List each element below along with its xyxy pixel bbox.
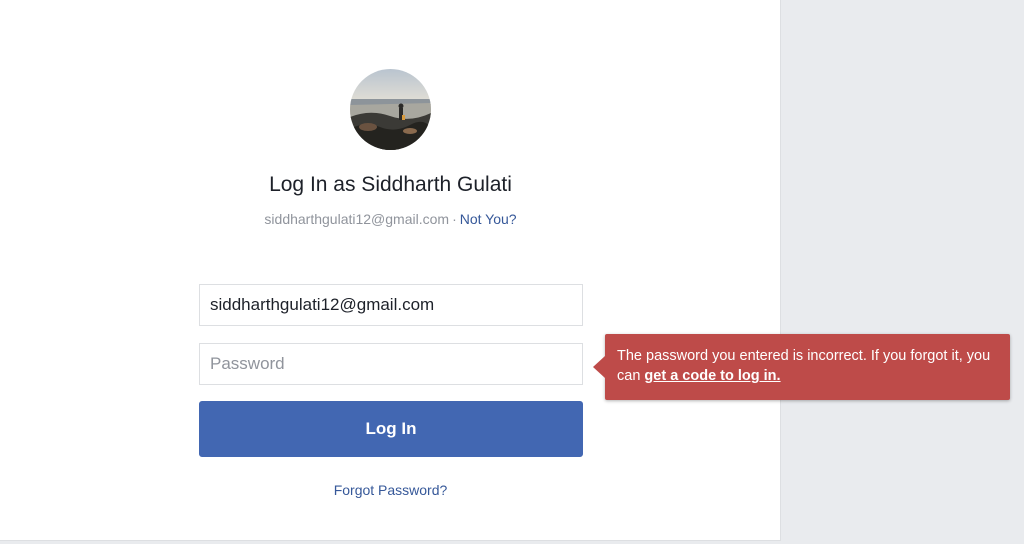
forgot-password-link[interactable]: Forgot Password? xyxy=(0,482,781,498)
separator: · xyxy=(452,211,457,227)
get-code-link[interactable]: get a code to log in. xyxy=(644,368,780,384)
account-email: siddharthgulati12@gmail.com xyxy=(264,211,450,227)
password-error-tooltip: The password you entered is incorrect. I… xyxy=(593,334,1010,400)
not-you-link[interactable]: Not You? xyxy=(460,211,517,227)
login-page: Log In as Siddharth Gulati siddharthgula… xyxy=(0,0,1024,544)
login-card: Log In as Siddharth Gulati siddharthgula… xyxy=(0,0,781,541)
profile-photo-icon xyxy=(350,69,431,150)
page-title: Log In as Siddharth Gulati xyxy=(269,173,512,196)
email-field[interactable] xyxy=(199,284,583,326)
login-button[interactable]: Log In xyxy=(199,401,583,457)
avatar xyxy=(350,69,431,150)
account-line: siddharthgulati12@gmail.com · Not You? xyxy=(0,211,781,227)
password-field[interactable] xyxy=(199,343,583,385)
tooltip-arrow-icon xyxy=(593,356,605,378)
